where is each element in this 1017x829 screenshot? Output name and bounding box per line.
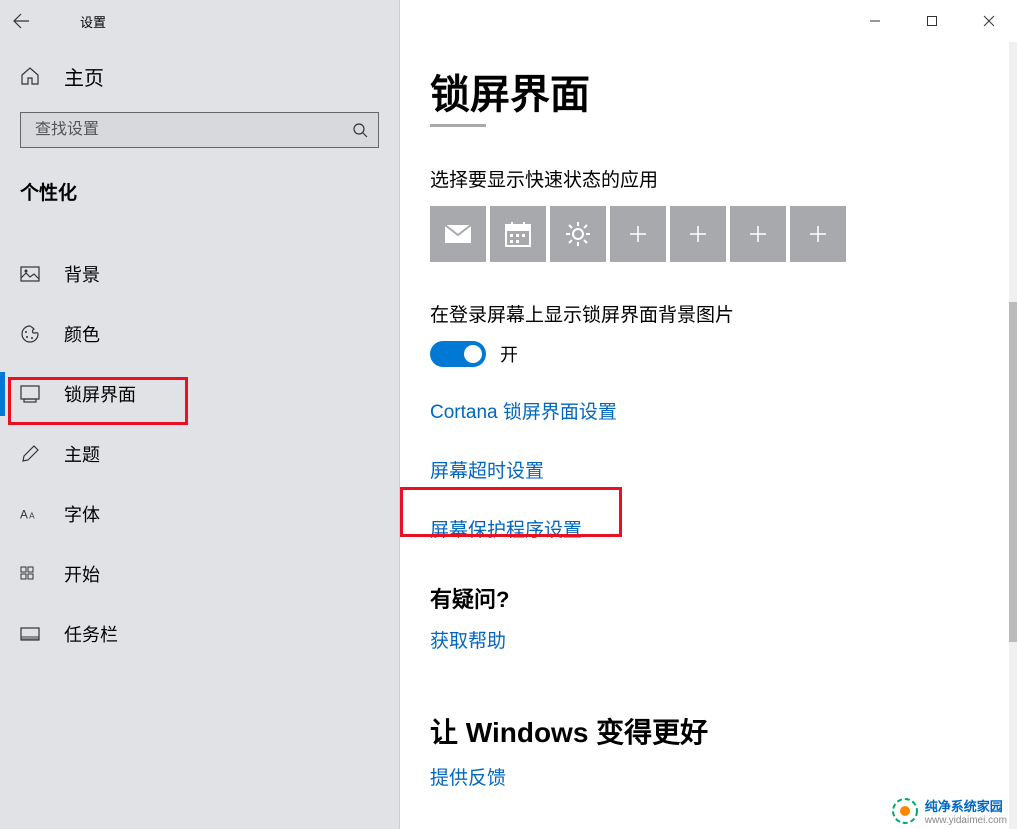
- maximize-icon: [926, 15, 938, 27]
- watermark: 纯净系统家园 www.yidaimei.com: [891, 796, 1007, 826]
- scrollbar[interactable]: [1009, 42, 1017, 829]
- nav-label: 开始: [64, 561, 100, 587]
- toggle-row: 开: [430, 341, 1017, 367]
- brush-icon: [20, 444, 40, 464]
- page-title: 锁屏界面: [430, 62, 1017, 120]
- search-box[interactable]: [20, 112, 379, 148]
- nav-list: 背景 颜色 锁屏界面 主题 AA 字体: [0, 244, 399, 664]
- nav-label: 字体: [64, 501, 100, 527]
- sidebar-item-lockscreen[interactable]: 锁屏界面: [0, 364, 399, 424]
- sun-icon: [564, 220, 592, 248]
- link-feedback[interactable]: 提供反馈: [430, 763, 506, 790]
- toggle-knob: [464, 345, 482, 363]
- watermark-line2: www.yidaimei.com: [925, 815, 1007, 826]
- search-input[interactable]: [21, 121, 342, 139]
- nav-label: 颜色: [64, 321, 100, 347]
- window-controls: [846, 0, 1017, 42]
- tile-add-2[interactable]: [670, 206, 726, 262]
- tile-add-1[interactable]: [610, 206, 666, 262]
- signin-bg-label: 在登录屏幕上显示锁屏界面背景图片: [430, 300, 1017, 327]
- search-icon: [342, 112, 378, 148]
- watermark-logo-icon: [891, 797, 919, 825]
- sidebar-item-start[interactable]: 开始: [0, 544, 399, 604]
- watermark-line1: 纯净系统家园: [925, 796, 1007, 815]
- category-heading: 个性化: [0, 148, 399, 215]
- link-screensaver[interactable]: 屏幕保护程序设置: [430, 515, 582, 542]
- link-help[interactable]: 获取帮助: [430, 626, 506, 653]
- scrollbar-thumb[interactable]: [1009, 302, 1017, 642]
- nav-label: 背景: [64, 261, 100, 287]
- link-timeout[interactable]: 屏幕超时设置: [430, 456, 544, 483]
- sidebar-item-themes[interactable]: 主题: [0, 424, 399, 484]
- plus-icon: [748, 224, 768, 244]
- sidebar-item-taskbar[interactable]: 任务栏: [0, 604, 399, 664]
- app-tiles-row: [430, 206, 1017, 262]
- tile-weather[interactable]: [550, 206, 606, 262]
- sidebar-item-background[interactable]: 背景: [0, 244, 399, 304]
- palette-icon: [20, 324, 40, 344]
- nav-label: 任务栏: [64, 621, 118, 647]
- feedback-heading: 让 Windows 变得更好: [430, 711, 1017, 751]
- sidebar: 设置 主页 个性化 背景 颜色 锁屏界面: [0, 0, 400, 829]
- font-icon: AA: [20, 505, 40, 523]
- sidebar-item-colors[interactable]: 颜色: [0, 304, 399, 364]
- svg-text:A: A: [29, 512, 35, 521]
- minimize-button[interactable]: [846, 0, 903, 42]
- signin-bg-toggle[interactable]: [430, 341, 486, 367]
- lock-screen-icon: [20, 385, 40, 403]
- home-label: 主页: [64, 62, 104, 91]
- arrow-left-icon: [12, 12, 30, 30]
- tile-add-4[interactable]: [790, 206, 846, 262]
- close-button[interactable]: [960, 0, 1017, 42]
- title-underline: [430, 124, 486, 127]
- home-icon: [20, 66, 40, 86]
- taskbar-icon: [20, 627, 40, 641]
- help-heading: 有疑问?: [430, 582, 1017, 614]
- nav-label: 主题: [64, 441, 100, 467]
- tile-calendar[interactable]: [490, 206, 546, 262]
- home-nav[interactable]: 主页: [0, 42, 399, 110]
- window-title: 设置: [80, 12, 106, 31]
- maximize-button[interactable]: [903, 0, 960, 42]
- calendar-icon: [505, 221, 531, 247]
- sidebar-item-fonts[interactable]: AA 字体: [0, 484, 399, 544]
- picture-icon: [20, 266, 40, 282]
- quick-status-label: 选择要显示快速状态的应用: [430, 165, 1017, 192]
- tile-add-3[interactable]: [730, 206, 786, 262]
- titlebar: 设置: [0, 0, 399, 42]
- plus-icon: [628, 224, 648, 244]
- main-content-area: 锁屏界面 选择要显示快速状态的应用: [400, 0, 1017, 829]
- toggle-state-label: 开: [500, 341, 518, 367]
- mail-icon: [444, 224, 472, 244]
- tile-mail[interactable]: [430, 206, 486, 262]
- back-button[interactable]: [0, 0, 42, 42]
- nav-label: 锁屏界面: [64, 381, 136, 407]
- plus-icon: [808, 224, 828, 244]
- plus-icon: [688, 224, 708, 244]
- svg-text:A: A: [20, 508, 28, 522]
- minimize-icon: [869, 15, 881, 27]
- start-icon: [20, 566, 40, 582]
- link-cortana[interactable]: Cortana 锁屏界面设置: [430, 397, 617, 424]
- close-icon: [983, 15, 995, 27]
